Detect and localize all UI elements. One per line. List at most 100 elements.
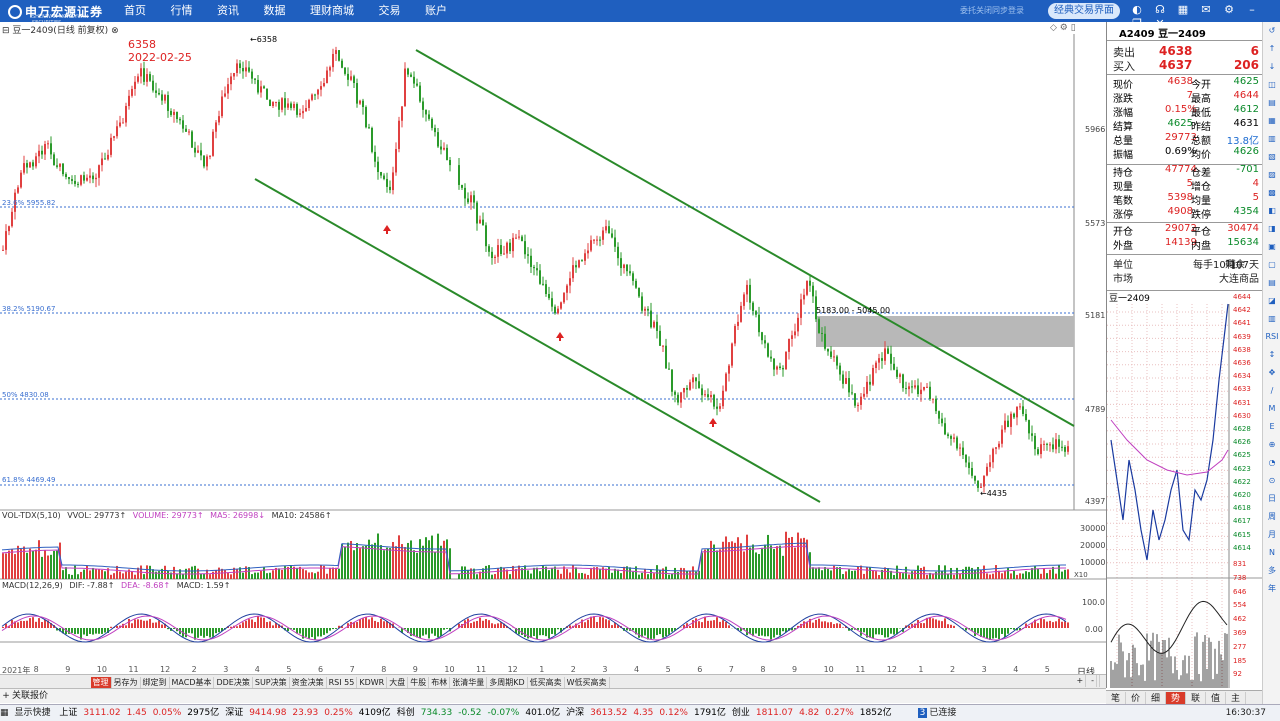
toolbar-icon[interactable]: ▢ xyxy=(1263,256,1280,274)
intraday-chart[interactable]: 豆一2409 464446424641463946384636463446334… xyxy=(1107,290,1263,688)
volume-bar xyxy=(248,567,250,579)
toolbar-icon[interactable]: ◪ xyxy=(1263,292,1280,310)
toolbar-icon[interactable]: ↺ xyxy=(1263,22,1280,40)
nav-account[interactable]: 账户 xyxy=(425,0,447,22)
nav-news[interactable]: 资讯 xyxy=(217,0,239,22)
volume-bar xyxy=(500,567,502,579)
toolbar-icon[interactable]: 周 xyxy=(1263,508,1280,526)
nav-home[interactable]: 首页 xyxy=(124,0,146,22)
quote-value: 4638 xyxy=(1165,76,1193,87)
toolbar-icon[interactable]: ▣ xyxy=(1263,238,1280,256)
vol-indicator-name[interactable]: VOL-TDX(5,10) xyxy=(2,511,61,520)
toolbar-icon[interactable]: ◧ xyxy=(1263,202,1280,220)
headset-icon[interactable]: ☊ xyxy=(1153,3,1167,17)
toolbar-icon[interactable]: ⊙ xyxy=(1263,472,1280,490)
toolbar-icon[interactable]: ▦ xyxy=(1263,112,1280,130)
nav-wealth-mall[interactable]: 理财商城 xyxy=(310,0,354,22)
toolbar-icon[interactable]: 月 xyxy=(1263,526,1280,544)
volume-bar xyxy=(533,568,535,579)
quote-row: 涨幅0.15%最低4612 xyxy=(1113,104,1259,118)
macd-bar xyxy=(626,628,628,630)
quote-row: 振幅0.69%均价4626 xyxy=(1113,146,1259,160)
macd-bar xyxy=(443,628,445,630)
candle-body xyxy=(989,462,991,467)
macd-indicator-name[interactable]: MACD(12,26,9) xyxy=(2,581,63,590)
volume-bar xyxy=(308,572,310,579)
toolbar-icon[interactable]: ▨ xyxy=(1263,166,1280,184)
volume-bar xyxy=(47,556,49,579)
candle-body xyxy=(545,284,547,294)
volume-bar xyxy=(605,569,607,579)
nav-market[interactable]: 行情 xyxy=(171,0,193,22)
macd-bar xyxy=(77,628,79,634)
toolbar-icon[interactable]: ⊕ xyxy=(1263,436,1280,454)
toolbar-icon[interactable]: ↓ xyxy=(1263,58,1280,76)
quote-row: 涨跌7最高4644 xyxy=(1113,90,1259,104)
toolbar-icon[interactable]: ◨ xyxy=(1263,220,1280,238)
candle-body xyxy=(962,448,964,455)
toolbar-icon[interactable]: ▤ xyxy=(1263,94,1280,112)
toolbar-icon[interactable]: 年 xyxy=(1263,580,1280,598)
assoc-quotes-label[interactable]: 关联报价 xyxy=(12,691,48,701)
toolbar-icon[interactable]: M xyxy=(1263,400,1280,418)
candle-body xyxy=(692,377,694,382)
volume-bar xyxy=(1064,570,1066,579)
zoom-out-icon[interactable]: - xyxy=(1089,675,1097,687)
volume-bar xyxy=(296,568,298,579)
candle-body xyxy=(2,250,4,251)
macd-bar xyxy=(482,621,484,628)
toolbar-icon[interactable]: ▧ xyxy=(1263,148,1280,166)
toolbar-icon[interactable]: ∕ xyxy=(1263,382,1280,400)
macd-bar xyxy=(551,628,553,634)
candle-body xyxy=(1007,421,1009,427)
classic-trade-button[interactable]: 经典交易界面 xyxy=(1048,3,1120,19)
nav-data[interactable]: 数据 xyxy=(264,0,286,22)
connection-status[interactable]: 已连接 xyxy=(929,708,956,718)
nav-trade[interactable]: 交易 xyxy=(379,0,401,22)
macd-bar xyxy=(725,622,727,628)
skin-icon[interactable]: ◐ xyxy=(1130,3,1144,17)
toolbar-icon[interactable]: ▩ xyxy=(1263,184,1280,202)
toolbar-icon[interactable]: ✥ xyxy=(1263,364,1280,382)
quick-label[interactable]: 显示快捷 xyxy=(15,708,51,718)
macd-bar xyxy=(203,628,205,638)
index-change: 4.35 xyxy=(633,708,653,718)
date-tick: 8 xyxy=(760,665,765,674)
toolbar-icon[interactable]: 日 xyxy=(1263,490,1280,508)
macd-bar xyxy=(128,619,130,628)
candle-body xyxy=(806,281,808,295)
minimize-icon[interactable]: – xyxy=(1245,3,1259,17)
toolbar-icon[interactable]: ▥ xyxy=(1263,130,1280,148)
candle-body xyxy=(1061,447,1063,448)
gear-icon[interactable]: ⚙ xyxy=(1222,3,1236,17)
toolbar-icon[interactable]: 多 xyxy=(1263,562,1280,580)
volume-bars xyxy=(2,532,1069,579)
zoom-in-icon[interactable]: + xyxy=(1075,675,1087,687)
toolbar-icon[interactable]: E xyxy=(1263,418,1280,436)
kline-chart-area[interactable]: ⊟ 豆一2409(日线 前复权) ⊗ ◇ ⚙ ▯ 5966 5573 5181 … xyxy=(0,22,1106,686)
toolbar-icon[interactable]: ◔ xyxy=(1263,454,1280,472)
toolbar-icon[interactable]: ↕ xyxy=(1263,346,1280,364)
toolbar-icon[interactable]: ▥ xyxy=(1263,310,1280,328)
quick-icon[interactable]: ▦ xyxy=(0,708,9,718)
toolbar-icon[interactable]: ↑ xyxy=(1263,40,1280,58)
candle-body xyxy=(824,334,826,349)
toolbar-icon[interactable]: RSI xyxy=(1263,328,1280,346)
index-amount: 401.0亿 xyxy=(525,708,560,718)
candle-body xyxy=(485,225,487,246)
candle-body xyxy=(8,226,10,231)
mail-icon[interactable]: ✉ xyxy=(1199,3,1213,17)
volume-bar xyxy=(410,540,412,579)
grid-icon[interactable]: ▦ xyxy=(1176,3,1190,17)
vol-panel-title: VOL-TDX(5,10) VVOL: 29773↑ VOLUME: 29773… xyxy=(2,511,336,520)
volume-bar xyxy=(464,566,466,579)
expand-icon[interactable]: + xyxy=(0,689,12,703)
toolbar-icon[interactable]: ▤ xyxy=(1263,274,1280,292)
candle-body xyxy=(341,61,343,68)
intraday-volume-tick: 646 xyxy=(1233,588,1246,596)
toolbar-icon[interactable]: ◫ xyxy=(1263,76,1280,94)
toolbar-icon[interactable]: N xyxy=(1263,544,1280,562)
buy-arrow-1-stem xyxy=(386,230,388,234)
candle-body xyxy=(536,268,538,270)
volume-bar xyxy=(509,574,511,579)
